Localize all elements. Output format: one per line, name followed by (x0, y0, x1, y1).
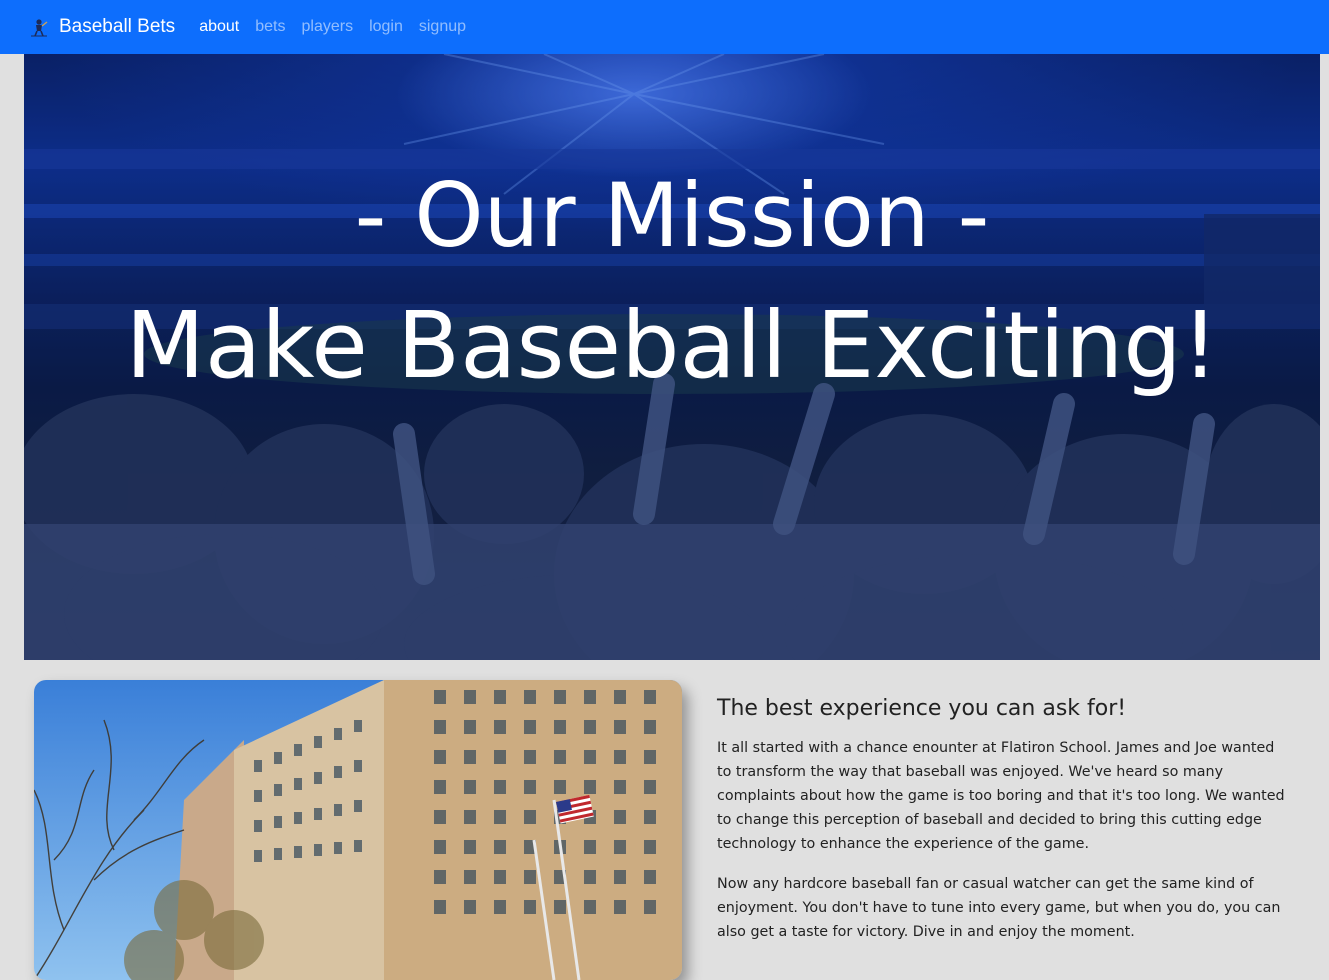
nav-link-bets[interactable]: bets (255, 18, 285, 36)
nav-links: about bets players login signup (199, 18, 482, 36)
about-section: The best experience you can ask for! It … (717, 692, 1289, 960)
about-paragraph-1: It all started with a chance enounter at… (717, 740, 1285, 852)
flatiron-building-image (34, 680, 682, 980)
about-heading: The best experience you can ask for! (717, 696, 1127, 721)
baseball-player-icon (31, 19, 48, 37)
nav-link-signup[interactable]: signup (419, 18, 466, 36)
hero-title-line2: Make Baseball Exciting! (125, 292, 1219, 399)
hero-banner: - Our Mission - Make Baseball Exciting! (24, 54, 1320, 660)
about-paragraph-2: Now any hardcore baseball fan or casual … (717, 876, 1281, 940)
nav-link-about[interactable]: about (199, 18, 239, 36)
brand-link[interactable]: Baseball Bets (28, 16, 175, 38)
hero-title-line1: - Our Mission - (354, 164, 990, 267)
nav-link-players[interactable]: players (301, 18, 353, 36)
brand-name: Baseball Bets (59, 16, 176, 37)
navbar: Baseball Bets about bets players login s… (0, 0, 1329, 54)
nav-link-login[interactable]: login (369, 18, 403, 36)
